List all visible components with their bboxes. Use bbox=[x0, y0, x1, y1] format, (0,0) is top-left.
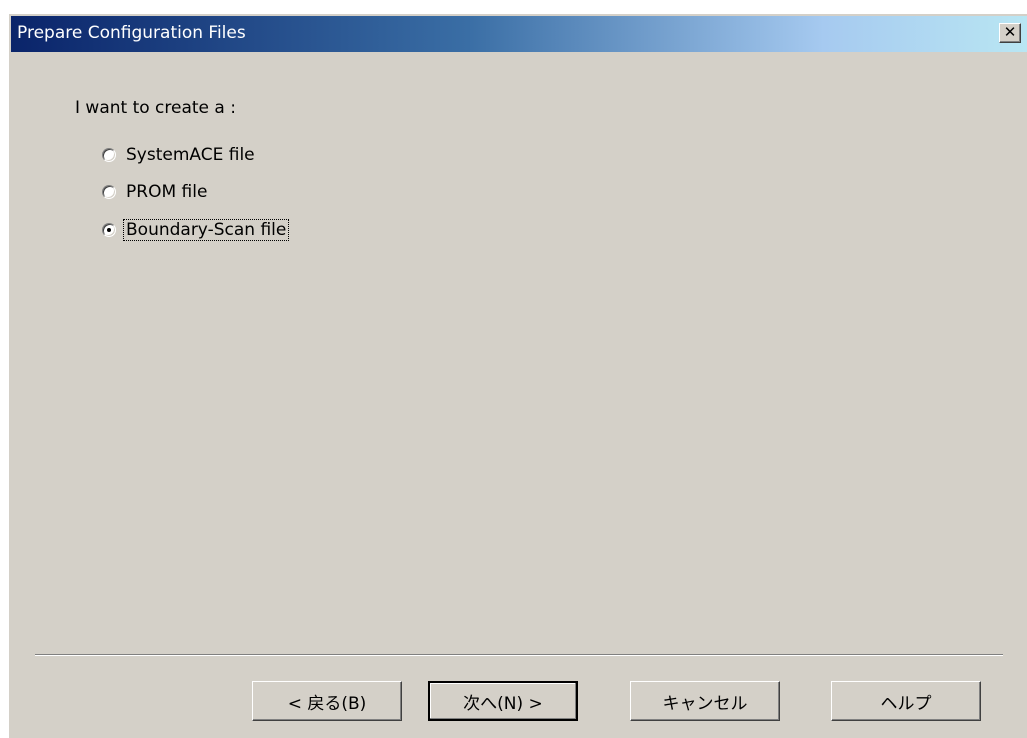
dialog-window: Prepare Configuration Files ✕ I want to … bbox=[8, 13, 1027, 738]
title-bar[interactable]: Prepare Configuration Files ✕ bbox=[11, 16, 1027, 52]
option-prom-file[interactable]: PROM file bbox=[102, 181, 209, 203]
create-prompt-label: I want to create a : bbox=[75, 98, 236, 118]
radio-label-prom-file[interactable]: PROM file bbox=[124, 182, 209, 202]
option-boundary-scan-file[interactable]: Boundary-Scan file bbox=[102, 219, 290, 241]
radio-systemace-file[interactable] bbox=[102, 148, 116, 162]
help-button[interactable]: ヘルプ bbox=[831, 681, 981, 721]
radio-label-boundary-scan-file[interactable]: Boundary-Scan file bbox=[122, 219, 290, 241]
close-icon: ✕ bbox=[1003, 23, 1017, 41]
footer-separator bbox=[35, 654, 1003, 656]
option-systemace-file[interactable]: SystemACE file bbox=[102, 144, 257, 166]
cancel-button[interactable]: キャンセル bbox=[630, 681, 780, 721]
back-button[interactable]: < 戻る(B) bbox=[252, 681, 402, 721]
next-button[interactable]: 次へ(N) > bbox=[428, 681, 578, 721]
window-title: Prepare Configuration Files bbox=[17, 23, 246, 43]
radio-prom-file[interactable] bbox=[102, 185, 116, 199]
radio-label-systemace-file[interactable]: SystemACE file bbox=[124, 145, 257, 165]
close-button[interactable]: ✕ bbox=[999, 23, 1021, 43]
radio-boundary-scan-file[interactable] bbox=[102, 223, 116, 237]
